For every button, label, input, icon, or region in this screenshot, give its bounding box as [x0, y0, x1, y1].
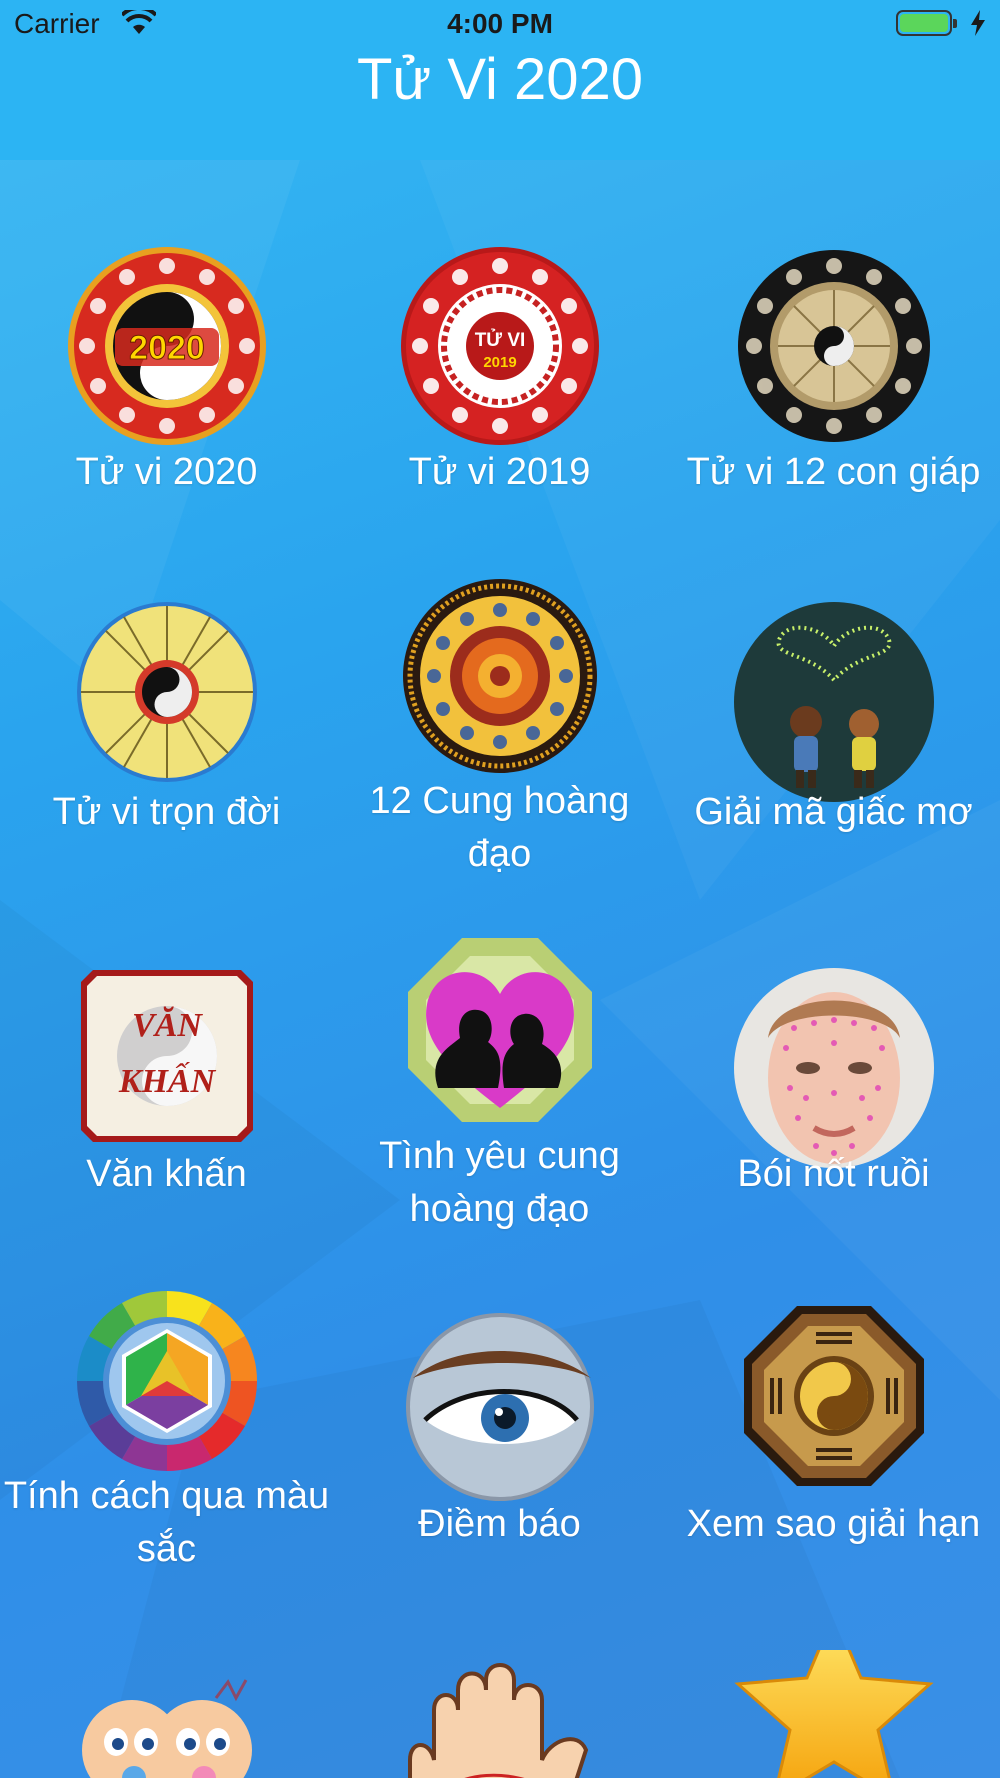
lifetime-horoscope-wheel-icon: [76, 602, 257, 782]
grid-item-label: 12 Cung hoàng đạo: [369, 780, 630, 875]
grid-item-label: Văn khấn: [86, 1153, 247, 1195]
grid-item-boi-not-ruoi[interactable]: Bói nốt ruồi: [667, 930, 1000, 1250]
grid-item-label: Giải mã giấc mơ: [694, 791, 973, 833]
grid-item-tinh-cach-qua-mau-sac[interactable]: Tính cách qua màu sắc: [0, 1290, 333, 1610]
grid-item-palm-reading[interactable]: 12346: [333, 1650, 666, 1778]
grid-item-tu-vi-2019[interactable]: TỬ VI 2019 Tử vi 2019: [333, 160, 666, 500]
zodiac-2020-wheel-icon: 2020: [67, 247, 266, 445]
charging-bolt-icon: [971, 10, 985, 36]
grid-item-babies[interactable]: [0, 1650, 333, 1778]
grid-item-label: Điềm báo: [418, 1503, 581, 1545]
clock: 4:00 PM: [447, 8, 553, 39]
page-title: Tử Vi 2020: [356, 47, 644, 112]
badge-2020: 2020: [129, 329, 205, 367]
grid-item-tu-vi-2020[interactable]: 2020 Tử vi 2020: [0, 160, 333, 500]
palm-reading-icon: 12346: [407, 1663, 588, 1778]
grid-item-tinh-yeu-cung-hoang-dao[interactable]: Tình yêu cung hoàng đạo: [333, 930, 666, 1250]
grid-item-xem-sao-giai-han[interactable]: Xem sao giải hạn: [667, 1290, 1000, 1610]
eye-omen-icon: [405, 1313, 594, 1501]
grid-item-label: Bói nốt ruồi: [737, 1153, 930, 1195]
grid-item-giai-ma-giac-mo[interactable]: Giải mã giấc mơ: [667, 570, 1000, 870]
color-wheel-icon: [76, 1291, 257, 1471]
grid-item-label: Tính cách qua màu sắc: [3, 1475, 330, 1570]
grid-item-star[interactable]: [667, 1650, 1000, 1778]
grid-item-diem-bao[interactable]: Điềm báo: [333, 1290, 666, 1610]
grid-item-label: Xem sao giải hạn: [686, 1503, 981, 1545]
dream-children-heart-icon: [733, 602, 934, 802]
svg-text:VĂN: VĂN: [132, 1006, 203, 1044]
grid-item-tu-vi-tron-doi[interactable]: Tử vi trọn đời: [0, 570, 333, 870]
badge-2019: 2019: [483, 354, 516, 371]
grid-item-label: Tử vi trọn đời: [52, 791, 281, 833]
twelve-animals-wheel-icon: [737, 250, 930, 442]
prayer-scroll-icon: VĂN KHẤN: [80, 970, 253, 1142]
babies-icon: [81, 1679, 252, 1778]
grid-item-van-khan[interactable]: VĂN KHẤN Văn khấn: [0, 930, 333, 1250]
badge-tu-vi: TỬ VI: [474, 329, 525, 351]
bagua-yinyang-icon: [743, 1306, 924, 1486]
grid-item-label: Tử vi 2020: [75, 451, 258, 493]
face-moles-icon: [733, 968, 934, 1168]
grid-item-label: Tử vi 12 con giáp: [686, 451, 981, 493]
couple-heart-bagua-icon: [407, 938, 592, 1122]
battery-icon: [896, 10, 957, 36]
zodiac-signs-wheel-icon: [402, 579, 597, 773]
zodiac-2019-wheel-icon: TỬ VI 2019: [400, 247, 599, 445]
star-icon: [733, 1650, 934, 1778]
grid-item-12-cung-hoang-dao[interactable]: 12 Cung hoàng đạo: [333, 570, 666, 875]
grid-item-label: Tình yêu cung hoàng đạo: [379, 1135, 620, 1230]
grid-item-label: Tử vi 2019: [408, 451, 591, 493]
svg-text:KHẤN: KHẤN: [117, 1062, 216, 1100]
status-bar: Carrier 4:00 PM: [0, 0, 1000, 50]
grid-item-tu-vi-12-con-giap[interactable]: Tử vi 12 con giáp: [667, 160, 1000, 500]
